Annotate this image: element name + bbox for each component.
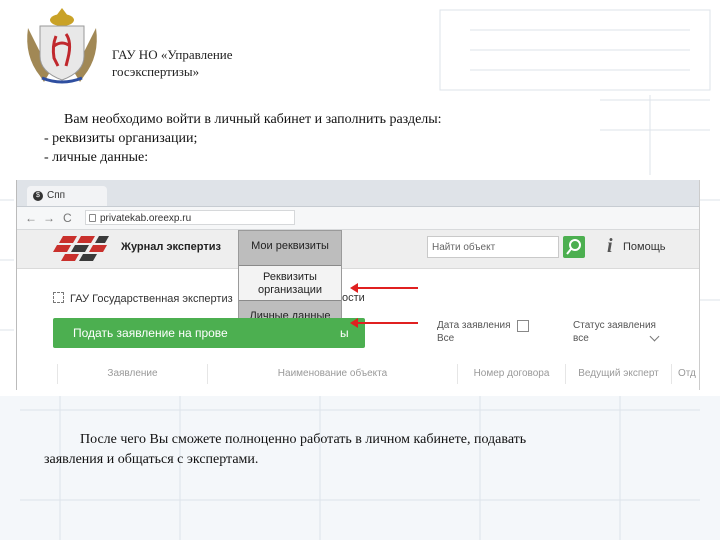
search-icon bbox=[566, 239, 581, 255]
bricks-logo bbox=[53, 236, 109, 261]
organization-name: ГАУ Государственная экспертиз bbox=[70, 293, 233, 305]
organization-title: ГАУ НО «Управление госэкспертизы» bbox=[112, 46, 233, 80]
checkbox-icon[interactable] bbox=[53, 292, 64, 303]
arrow-icon bbox=[350, 283, 418, 293]
organization-title-line1: ГАУ НО «Управление bbox=[112, 47, 233, 62]
url-field[interactable]: privatekab.oreexp.ru bbox=[85, 210, 295, 225]
intro-text: Вам необходимо войти в личный кабинет и … bbox=[44, 110, 684, 167]
outro-line1: После чего Вы сможете полноценно работат… bbox=[80, 432, 527, 447]
tab-label: Спп bbox=[47, 190, 66, 201]
outro-line2: заявления и общаться с экспертами. bbox=[44, 452, 259, 467]
calendar-icon[interactable] bbox=[517, 320, 529, 332]
column-header[interactable]: Заявление bbox=[57, 364, 207, 384]
menu-item-org-requisites-line1: Реквизиты bbox=[263, 271, 317, 283]
site-header: Журнал экспертиз Найти объект i Помощь bbox=[17, 230, 699, 269]
menu-item-org-requisites[interactable]: Реквизиты организации bbox=[239, 266, 341, 301]
menu-item-org-requisites-line2: организации bbox=[257, 284, 323, 296]
url-text: privatekab.oreexp.ru bbox=[100, 213, 192, 224]
organization-name-tail: ости bbox=[342, 292, 365, 304]
menu-item-my-requisites[interactable]: Мои реквизиты bbox=[239, 231, 341, 266]
status-filter-value[interactable]: все bbox=[573, 333, 589, 344]
search-button[interactable] bbox=[563, 236, 585, 258]
forward-arrow-icon[interactable]: → bbox=[43, 211, 55, 225]
requisites-dropdown: Мои реквизиты Реквизиты организации Личн… bbox=[238, 230, 342, 332]
page-icon bbox=[89, 214, 96, 222]
date-filter-value[interactable]: Все bbox=[437, 333, 454, 344]
info-icon[interactable]: i bbox=[607, 235, 613, 258]
column-header[interactable]: Отд bbox=[671, 364, 699, 384]
browser-tab[interactable]: $ Спп bbox=[27, 186, 107, 206]
organization-title-line2: госэкспертизы» bbox=[112, 64, 200, 79]
help-link[interactable]: Помощь bbox=[623, 241, 666, 253]
column-header[interactable]: Ведущий эксперт bbox=[565, 364, 671, 384]
chevron-down-icon[interactable] bbox=[649, 331, 660, 342]
column-header[interactable]: Наименование объекта bbox=[207, 364, 457, 384]
coat-of-arms-logo bbox=[27, 8, 97, 84]
intro-line2: - реквизиты организации; bbox=[44, 131, 198, 146]
table-header: Заявление Наименование объекта Номер дог… bbox=[17, 364, 699, 384]
arrow-icon bbox=[350, 318, 418, 328]
tab-favicon-icon: $ bbox=[33, 191, 43, 201]
intro-line1: Вам необходимо войти в личный кабинет и … bbox=[64, 112, 442, 127]
browser-screenshot: $ Спп ← → C privatekab.oreexp.ru Журнал … bbox=[16, 180, 700, 390]
back-arrow-icon[interactable]: ← bbox=[25, 211, 37, 225]
submit-application-button[interactable]: Подать заявление на прове bbox=[53, 318, 365, 348]
journal-title[interactable]: Журнал экспертиз bbox=[121, 241, 221, 253]
date-filter-label: Дата заявления bbox=[437, 320, 511, 331]
address-bar-row: ← → C privatekab.oreexp.ru bbox=[17, 207, 699, 230]
column-header[interactable]: Номер договора bbox=[457, 364, 565, 384]
intro-line3: - личные данные: bbox=[44, 150, 149, 165]
browser-tab-bar: $ Спп bbox=[17, 180, 699, 207]
outro-text: После чего Вы сможете полноценно работат… bbox=[44, 430, 684, 470]
organization-selector[interactable]: ГАУ Государственная экспертиз bbox=[53, 292, 233, 305]
status-filter-label: Статус заявления bbox=[573, 320, 656, 331]
search-input[interactable]: Найти объект bbox=[427, 236, 559, 258]
reload-icon[interactable]: C bbox=[63, 211, 72, 225]
